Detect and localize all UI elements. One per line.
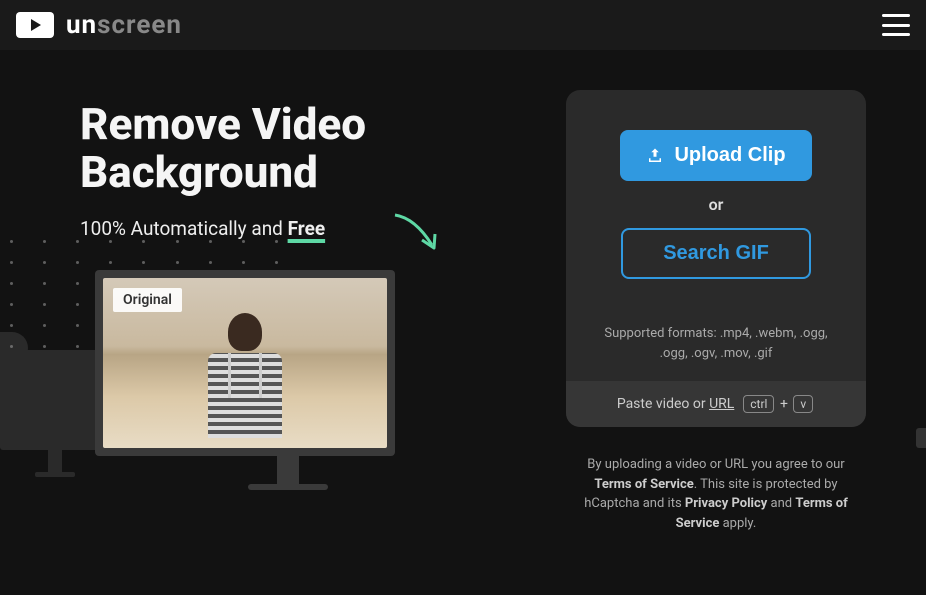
main-content: Remove Video Background 100% Automatical…: [0, 50, 926, 533]
header-bar: unscreen: [0, 0, 926, 50]
heading-line-2: Background: [80, 146, 318, 198]
paste-hint-bar: Paste video or URL ctrl + v: [566, 381, 866, 427]
hamburger-menu-icon[interactable]: [882, 14, 910, 36]
logo[interactable]: unscreen: [16, 10, 182, 40]
upload-clip-button[interactable]: Upload Clip: [620, 130, 811, 181]
kbd-v: v: [793, 395, 813, 413]
upload-icon: [646, 147, 664, 165]
monitor-frame: Original: [95, 270, 395, 456]
brand-prefix: un: [66, 10, 97, 40]
hero-left: Remove Video Background 100% Automatical…: [80, 90, 526, 533]
demo-person-silhouette: [195, 313, 295, 448]
paste-url-link[interactable]: URL: [709, 396, 734, 412]
demo-monitor: Original: [50, 270, 526, 490]
supported-formats-text: Supported formats: .mp4, .webm, .ogg, .o…: [590, 324, 842, 363]
kbd-plus: +: [776, 396, 791, 412]
subtitle: 100% Automatically and Free: [80, 217, 526, 240]
upload-button-label: Upload Clip: [674, 144, 785, 167]
paste-prefix: Paste video or: [617, 396, 709, 412]
subtitle-free: Free: [288, 217, 326, 240]
privacy-link[interactable]: Privacy Policy: [685, 496, 767, 511]
legal-part3: and: [767, 496, 795, 511]
logo-text: unscreen: [66, 10, 182, 40]
or-divider: or: [590, 195, 842, 214]
legal-part1: By uploading a video or URL you agree to…: [587, 457, 844, 472]
upload-panel: Upload Clip or Search GIF Supported form…: [566, 90, 866, 427]
search-gif-button[interactable]: Search GIF: [621, 228, 811, 279]
monitor-bg-shadow: [0, 350, 110, 450]
subtitle-prefix: 100% Automatically and: [80, 217, 288, 240]
original-badge: Original: [113, 288, 182, 312]
demo-video-preview: Original: [103, 278, 387, 448]
kbd-ctrl: ctrl: [743, 395, 774, 413]
logo-play-icon: [16, 12, 54, 38]
legal-text: By uploading a video or URL you agree to…: [566, 455, 866, 533]
legal-part4: apply.: [719, 516, 756, 531]
terms-link-1[interactable]: Terms of Service: [594, 477, 693, 492]
brand-suffix: screen: [97, 10, 182, 40]
page-heading: Remove Video Background: [80, 100, 526, 197]
arrow-icon: [390, 210, 450, 260]
heading-line-1: Remove Video: [80, 98, 366, 150]
upload-panel-wrap: Upload Clip or Search GIF Supported form…: [566, 90, 866, 533]
search-button-label: Search GIF: [663, 242, 769, 264]
